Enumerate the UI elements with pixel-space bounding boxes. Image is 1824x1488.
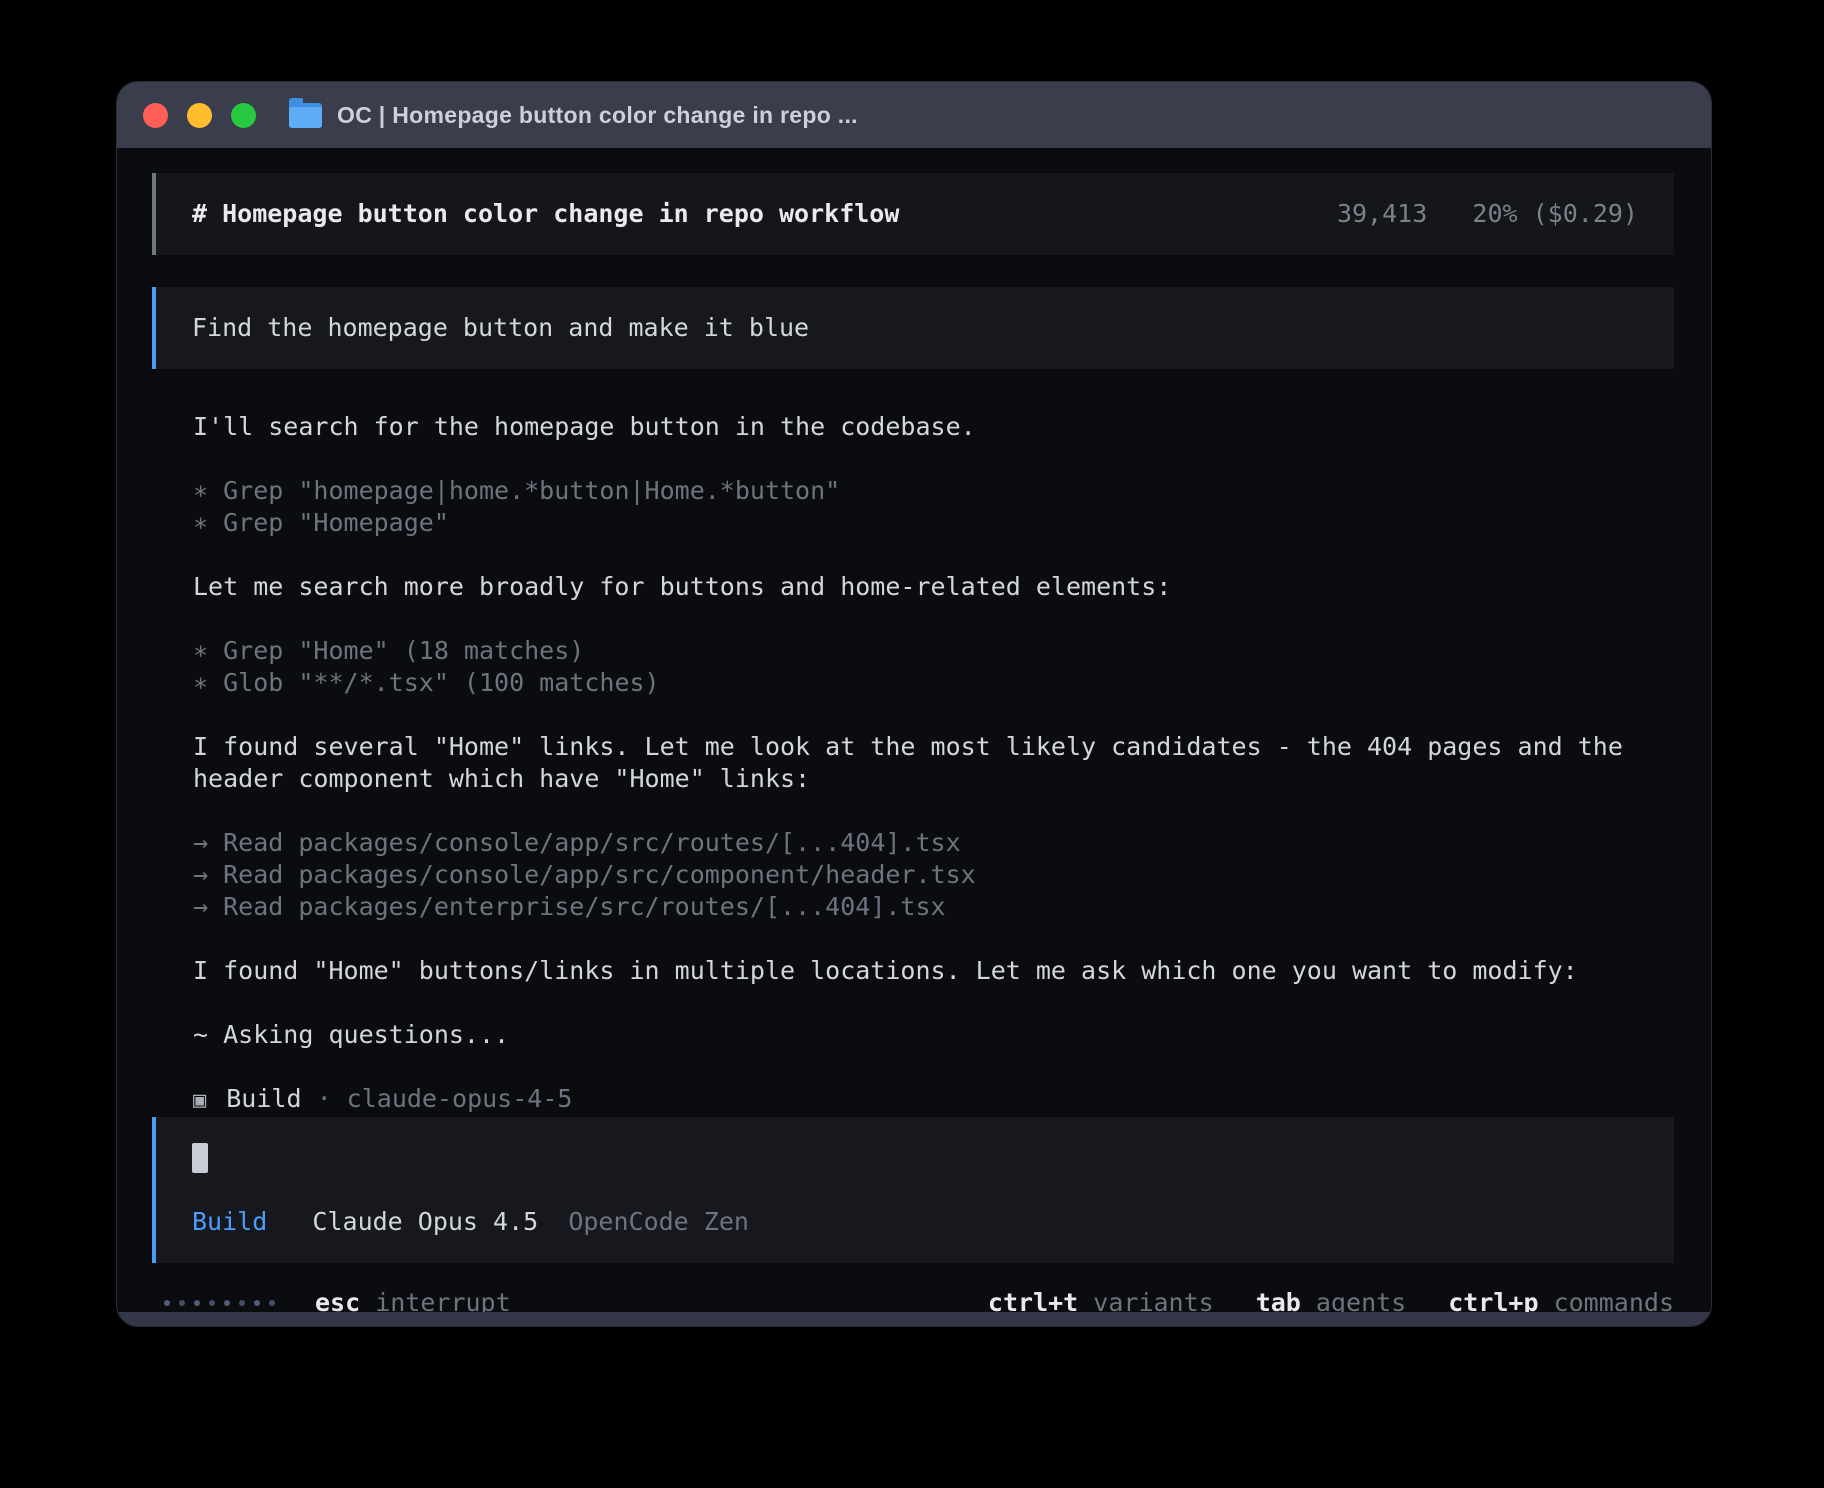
title-group: OC | Homepage button color change in rep… [289,102,858,129]
context-usage: 20% ($0.29) [1472,199,1638,228]
zoom-button[interactable] [231,103,256,128]
message-group-text: Let me search more broadly for buttons a… [193,571,1674,603]
separator-dot: · [317,1084,332,1113]
assistant-text: Let me search more broadly for buttons a… [193,571,1674,603]
message-group-tool: → Read packages/console/app/src/routes/[.… [193,827,1674,923]
tool-call-text: Grep "Homepage" [223,508,449,537]
session-header: # Homepage button color change in repo w… [152,173,1674,255]
read-arrow-icon: → [193,828,208,857]
tool-call-text: Read packages/console/app/src/component/… [223,860,976,889]
user-message: Find the homepage button and make it blu… [152,287,1674,369]
model-label: Claude Opus 4.5 [312,1207,538,1236]
titlebar[interactable]: OC | Homepage button color change in rep… [117,82,1711,148]
agent-model-badge: ▣ Build · claude-opus-4-5 [193,1083,1674,1117]
tool-call-text: Glob "**/*.tsx" (100 matches) [223,668,660,697]
tool-call: → Read packages/console/app/src/component… [193,859,1674,891]
window-bottom-edge [117,1312,1711,1326]
spinner-dot [179,1300,185,1306]
terminal-window: OC | Homepage button color change in rep… [116,81,1712,1327]
tool-call: ∗ Grep "Home" (18 matches) [193,635,1674,667]
tool-call: ∗ Grep "Homepage" [193,507,1674,539]
spinner-dot [254,1300,260,1306]
window-title: OC | Homepage button color change in rep… [337,102,858,129]
tool-call: ∗ Glob "**/*.tsx" (100 matches) [193,667,1674,699]
message-group-text: I found "Home" buttons/links in multiple… [193,955,1674,987]
spinner-dot [224,1300,230,1306]
minimize-button[interactable] [187,103,212,128]
read-arrow-icon: → [193,860,208,889]
assistant-text: ~ Asking questions... [193,1019,1674,1051]
tool-call-text: Grep "Home" (18 matches) [223,636,584,665]
tool-call: → Read packages/enterprise/src/routes/[..… [193,891,1674,923]
model-name: claude-opus-4-5 [347,1084,573,1113]
message-group-text: I found several "Home" links. Let me loo… [193,731,1674,795]
session-metrics: 39,413 20% ($0.29) [1337,198,1638,230]
token-count: 39,413 [1337,199,1427,228]
input-line[interactable] [192,1142,1638,1174]
message-group-text: I'll search for the homepage button in t… [193,411,1674,443]
assistant-text: I found "Home" buttons/links in multiple… [193,955,1674,987]
message-group-badge: ▣ Build · claude-opus-4-5 [193,1083,1674,1117]
prompt-input[interactable]: Build Claude Opus 4.5 OpenCode Zen [152,1117,1674,1263]
assistant-text: I'll search for the homepage button in t… [193,411,1674,443]
tool-asterisk-icon: ∗ [193,508,208,537]
tool-asterisk-icon: ∗ [193,476,208,505]
tool-call: → Read packages/console/app/src/routes/[.… [193,827,1674,859]
agent-name: Build [226,1084,301,1113]
assistant-text: I found several "Home" links. Let me loo… [193,731,1674,795]
spinner-dot [209,1300,215,1306]
spinner [164,1300,275,1306]
user-message-text: Find the homepage button and make it blu… [192,313,809,342]
tool-call-text: Read packages/enterprise/src/routes/[...… [223,892,945,921]
message-group-tool: ∗ Grep "homepage|home.*button|Home.*butto… [193,475,1674,539]
close-button[interactable] [143,103,168,128]
tool-asterisk-icon: ∗ [193,668,208,697]
folder-icon-front [289,107,322,128]
input-meta: Build Claude Opus 4.5 OpenCode Zen [192,1206,1638,1238]
agent-square-icon: ▣ [193,1088,206,1113]
terminal-content: # Homepage button color change in repo w… [117,148,1711,1312]
session-title: # Homepage button color change in repo w… [192,198,899,230]
tool-call-text: Read packages/console/app/src/routes/[..… [223,828,961,857]
message-group-tool: ∗ Grep "Home" (18 matches) ∗ Glob "**/*.tsx… [193,635,1674,699]
spinner-dot [194,1300,200,1306]
provider-label: OpenCode Zen [568,1207,749,1236]
conversation: I'll search for the homepage button in t… [193,411,1674,1117]
tool-call-text: Grep "homepage|home.*button|Home.*button… [223,476,840,505]
folder-icon [289,103,322,128]
text-cursor [192,1143,208,1173]
spinner-dot [269,1300,275,1306]
spinner-dot [239,1300,245,1306]
spinner-dot [164,1300,170,1306]
agent-mode-label: Build [192,1207,267,1236]
tool-asterisk-icon: ∗ [193,636,208,665]
message-group-text: ~ Asking questions... [193,1019,1674,1051]
tool-call: ∗ Grep "homepage|home.*button|Home.*butto… [193,475,1674,507]
traffic-lights [143,103,256,128]
read-arrow-icon: → [193,892,208,921]
